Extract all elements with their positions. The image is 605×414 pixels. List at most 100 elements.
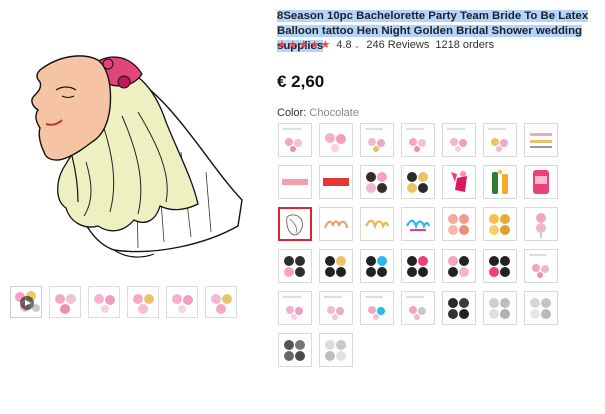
swatch-image xyxy=(366,256,387,277)
color-swatch[interactable] xyxy=(319,207,353,241)
swatch-image xyxy=(325,340,346,361)
thumbnail-strip xyxy=(10,286,237,318)
color-swatch[interactable] xyxy=(524,207,558,241)
star-icon: ★ xyxy=(277,38,287,51)
swatch-image xyxy=(284,340,305,361)
color-swatch[interactable] xyxy=(319,249,353,283)
swatch-image xyxy=(529,254,549,278)
color-label-text: Color: xyxy=(277,107,307,119)
color-swatch[interactable] xyxy=(483,291,517,325)
thumbnail-image xyxy=(211,294,232,314)
color-swatch[interactable] xyxy=(442,123,476,157)
bride-illustration xyxy=(31,55,243,258)
star-icon: ★ xyxy=(287,38,298,51)
swatch-image xyxy=(366,172,387,193)
swatch-image xyxy=(407,256,428,277)
color-swatch[interactable] xyxy=(483,165,517,199)
swatch-image xyxy=(406,128,426,152)
play-icon xyxy=(20,296,34,310)
color-swatch[interactable] xyxy=(278,249,312,283)
swatch-image xyxy=(365,128,385,152)
color-swatch[interactable] xyxy=(278,165,312,199)
thumbnail-image xyxy=(94,294,115,313)
color-swatch[interactable] xyxy=(401,291,435,325)
thumbnail-4[interactable] xyxy=(127,286,159,318)
swatch-image xyxy=(365,296,385,320)
thumbnail-6[interactable] xyxy=(205,286,237,318)
swatch-image xyxy=(365,219,390,230)
color-swatch[interactable] xyxy=(524,249,558,283)
swatch-image xyxy=(530,133,552,148)
color-swatch[interactable] xyxy=(319,333,353,367)
thumbnail-3[interactable] xyxy=(88,286,120,318)
color-swatch[interactable] xyxy=(278,123,312,157)
swatch-image xyxy=(282,179,308,185)
swatch-image xyxy=(489,214,510,235)
thumbnail-5[interactable] xyxy=(166,286,198,318)
color-swatch[interactable] xyxy=(278,291,312,325)
swatch-image xyxy=(447,128,467,152)
swatch-image xyxy=(448,256,469,277)
color-swatch-grid xyxy=(278,123,558,367)
color-swatch[interactable] xyxy=(483,123,517,157)
color-swatch-selected[interactable] xyxy=(278,207,312,241)
rating-row: ★ ★ ★ ★ ★ 4.8 ⌄ 246 Reviews 1218 orders xyxy=(277,39,494,51)
star-icon: ★ xyxy=(309,38,320,51)
swatch-image xyxy=(406,219,431,231)
swatch-image xyxy=(283,128,302,152)
color-swatch[interactable] xyxy=(483,249,517,283)
color-swatch[interactable] xyxy=(360,249,394,283)
swatch-image xyxy=(407,172,428,193)
swatch-image xyxy=(283,296,303,320)
color-swatch[interactable] xyxy=(442,249,476,283)
color-swatch[interactable] xyxy=(319,291,353,325)
thumbnail-2[interactable] xyxy=(49,286,81,318)
swatch-image xyxy=(286,214,303,236)
color-swatch[interactable] xyxy=(319,123,353,157)
color-swatch[interactable] xyxy=(360,291,394,325)
thumbnail-image xyxy=(133,294,154,314)
star-icon: ★ xyxy=(320,38,331,51)
swatch-image xyxy=(536,213,546,238)
rating-value: 4.8 xyxy=(336,39,352,51)
color-swatch[interactable] xyxy=(278,333,312,367)
rating-stars[interactable]: ★ ★ ★ ★ ★ xyxy=(277,38,331,51)
main-product-image[interactable] xyxy=(6,12,246,260)
swatch-image xyxy=(489,256,510,277)
swatch-image xyxy=(323,178,349,186)
color-label: Color: Chocolate xyxy=(277,107,359,119)
color-swatch[interactable] xyxy=(319,165,353,199)
color-swatch[interactable] xyxy=(442,207,476,241)
thumbnail-image xyxy=(55,294,76,314)
color-swatch[interactable] xyxy=(360,207,394,241)
swatch-image xyxy=(325,256,346,277)
color-swatch[interactable] xyxy=(483,207,517,241)
color-swatch[interactable] xyxy=(524,165,558,199)
swatch-image xyxy=(492,170,508,194)
color-swatch[interactable] xyxy=(401,249,435,283)
color-swatch[interactable] xyxy=(401,207,435,241)
swatch-image xyxy=(489,298,510,319)
color-swatch[interactable] xyxy=(360,123,394,157)
swatch-image xyxy=(284,256,305,277)
orders-count: 1218 orders xyxy=(435,39,495,51)
reviews-link[interactable]: 246 Reviews xyxy=(366,39,429,51)
star-icon: ★ xyxy=(298,38,309,51)
chevron-down-icon[interactable]: ⌄ xyxy=(354,41,361,50)
color-swatch[interactable] xyxy=(360,165,394,199)
thumbnail-video[interactable] xyxy=(10,286,42,318)
color-swatch[interactable] xyxy=(401,123,435,157)
color-swatch[interactable] xyxy=(401,165,435,199)
swatch-image xyxy=(323,220,349,229)
product-price: € 2,60 xyxy=(277,72,325,91)
swatch-image xyxy=(488,128,508,152)
swatch-image xyxy=(448,298,469,319)
color-swatch[interactable] xyxy=(442,165,476,199)
swatch-image xyxy=(406,296,426,320)
color-swatch[interactable] xyxy=(524,291,558,325)
swatch-image xyxy=(325,133,346,152)
color-swatch[interactable] xyxy=(442,291,476,325)
selected-color-value: Chocolate xyxy=(309,107,359,119)
color-swatch[interactable] xyxy=(524,123,558,157)
swatch-image xyxy=(530,298,551,319)
